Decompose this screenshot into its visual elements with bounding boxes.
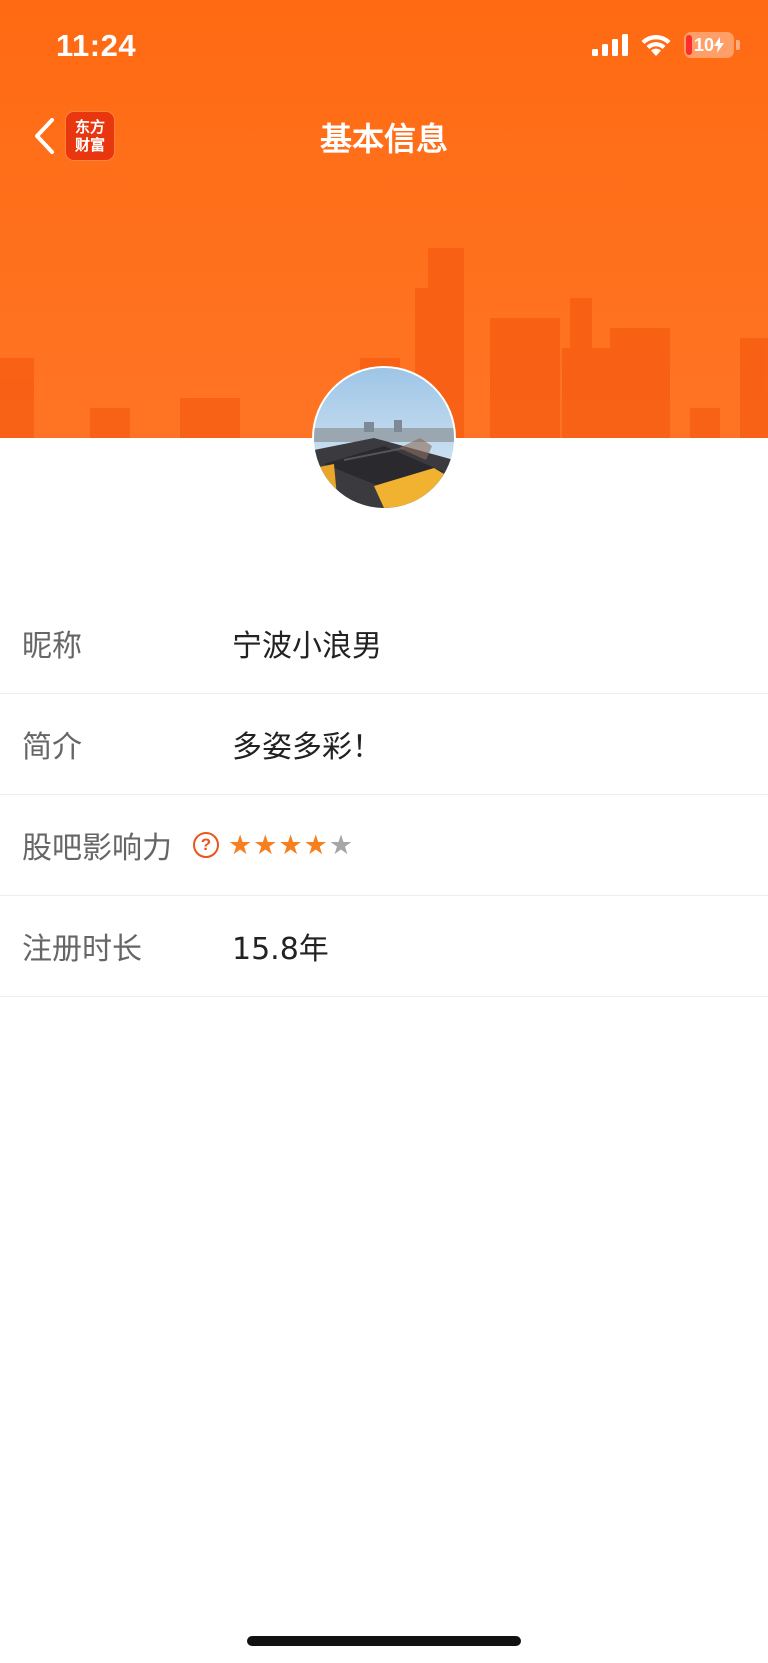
bio-value: 多姿多彩！ [232, 730, 382, 765]
wifi-icon [641, 34, 671, 56]
charging-bolt-icon [714, 37, 725, 53]
battery-cap [736, 40, 740, 50]
info-row-nickname: 昵称 宁波小浪男 [0, 593, 768, 694]
navigation-bar: 东方 财富 基本信息 [0, 100, 768, 170]
nickname-value: 宁波小浪男 [232, 629, 382, 664]
page-title: 基本信息 [319, 120, 448, 158]
home-indicator [247, 1636, 521, 1646]
cellular-signal-icon [592, 34, 628, 56]
star-filled-icon: ★ [228, 829, 253, 861]
star-filled-icon: ★ [278, 829, 303, 861]
bio-label: 简介 [22, 730, 82, 765]
battery-indicator: 10 [684, 32, 734, 58]
nickname-label: 昵称 [22, 629, 82, 664]
battery-level: 10 [693, 34, 715, 55]
star-empty-icon: ★ [328, 829, 354, 861]
star-filled-icon: ★ [253, 829, 278, 861]
registration-value: 15.8年 [232, 932, 329, 967]
status-icons: 10 [592, 32, 740, 58]
avatar-photo [314, 368, 454, 508]
info-row-bio: 简介 多姿多彩！ [0, 694, 768, 795]
info-row-influence: 股吧影响力 ? ★ ★ ★ ★ ★ [0, 795, 768, 896]
help-icon[interactable]: ? [193, 832, 219, 858]
registration-label: 注册时长 [22, 932, 142, 967]
influence-label: 股吧影响力 [22, 831, 172, 866]
influence-rating: ★ ★ ★ ★ ★ [228, 832, 353, 859]
profile-info-screen: 11:24 10 东方 财富 基本信息 昵称 宁波小浪男 简介 多姿多彩！ 股吧… [0, 0, 768, 1663]
info-list: 昵称 宁波小浪男 简介 多姿多彩！ 股吧影响力 ? ★ ★ ★ ★ ★ 注册时长 15.… [0, 593, 768, 997]
avatar[interactable] [312, 366, 456, 510]
info-row-registration: 注册时长 15.8年 [0, 896, 768, 997]
star-filled-icon: ★ [303, 829, 328, 861]
status-time: 11:24 [56, 28, 137, 63]
status-bar: 11:24 10 [0, 0, 768, 94]
